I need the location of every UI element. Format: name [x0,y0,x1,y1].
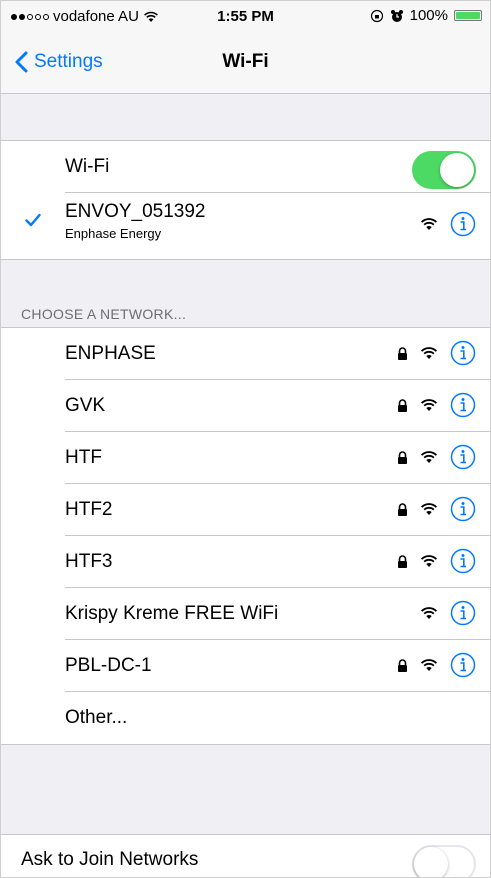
wifi-group: Wi-Fi ENVOY_051392 Enphase Energy [1,140,490,260]
info-icon[interactable] [450,392,476,418]
ask-to-join-label: Ask to Join Networks [21,849,199,870]
connected-network-icons [420,211,476,237]
networks-group: ENPHASE GVK HTF HTF2 HTF3 Krispy Kreme FREE W… [1,327,490,745]
connected-network-subtitle: Enphase Energy [65,226,162,241]
wifi-signal-icon [420,218,438,230]
status-right: 100% [370,7,482,24]
ask-to-join-row: Ask to Join Networks [1,835,490,877]
checkmark-icon [25,213,41,227]
connected-network-row[interactable]: ENVOY_051392 Enphase Energy [1,193,490,259]
network-name: HTF [65,447,102,468]
network-name: GVK [65,395,106,416]
network-name: Krispy Kreme FREE WiFi [65,603,279,624]
network-icons [397,652,476,678]
wifi-toggle[interactable] [412,151,476,189]
network-row[interactable]: PBL-DC-1 [1,640,490,692]
network-name: HTF3 [65,551,113,572]
wifi-signal-icon [420,399,438,411]
info-icon[interactable] [450,600,476,626]
network-icons [397,444,476,470]
network-list: ENPHASE GVK HTF HTF2 HTF3 Krispy Kreme FREE W… [1,328,490,692]
rotation-lock-icon [370,9,383,22]
lock-icon [398,346,407,360]
alarm-icon [390,9,403,22]
network-row[interactable]: HTF [1,432,490,484]
wifi-signal-icon [420,659,438,671]
wifi-signal-icon [420,607,438,619]
network-name: HTF2 [65,499,113,520]
network-name: PBL-DC-1 [65,655,152,676]
network-icons [397,340,476,366]
battery-icon [454,10,482,21]
network-row[interactable]: HTF3 [1,536,490,588]
network-row[interactable]: HTF2 [1,484,490,536]
network-icons [397,548,476,574]
lock-icon [398,554,407,568]
info-icon[interactable] [450,548,476,574]
network-row[interactable]: Krispy Kreme FREE WiFi [1,588,490,640]
lock-icon [398,658,407,672]
page-title: Wi-Fi [222,51,269,72]
network-row[interactable]: GVK [1,380,490,432]
screen: vodafone AU 1:55 PM 100% Settings Wi-Fi … [0,0,491,878]
other-network-label: Other... [65,707,128,728]
wifi-signal-icon [420,347,438,359]
ask-to-join-toggle[interactable] [412,845,476,877]
network-icons [397,496,476,522]
wifi-signal-icon [420,555,438,567]
status-bar: vodafone AU 1:55 PM 100% [1,1,490,29]
wifi-signal-icon [420,451,438,463]
info-icon[interactable] [450,340,476,366]
network-row[interactable]: ENPHASE [1,328,490,380]
lock-icon [398,502,407,516]
battery-percent: 100% [409,7,448,24]
info-icon[interactable] [450,211,476,237]
lock-icon [398,450,407,464]
other-network-row[interactable]: Other... [1,692,490,744]
navigation-bar: Settings Wi-Fi [1,29,490,94]
wifi-toggle-row: Wi-Fi [1,141,490,193]
info-icon[interactable] [450,444,476,470]
network-icons [420,600,476,626]
wifi-signal-icon [420,503,438,515]
network-name: ENPHASE [65,343,156,364]
connected-network-name: ENVOY_051392 [65,201,206,222]
info-icon[interactable] [450,496,476,522]
network-icons [397,392,476,418]
wifi-toggle-label: Wi-Fi [65,156,110,177]
info-icon[interactable] [450,652,476,678]
lock-icon [398,398,407,412]
section-header: CHOOSE A NETWORK... [21,306,187,322]
ask-to-join-group: Ask to Join Networks [1,834,490,877]
